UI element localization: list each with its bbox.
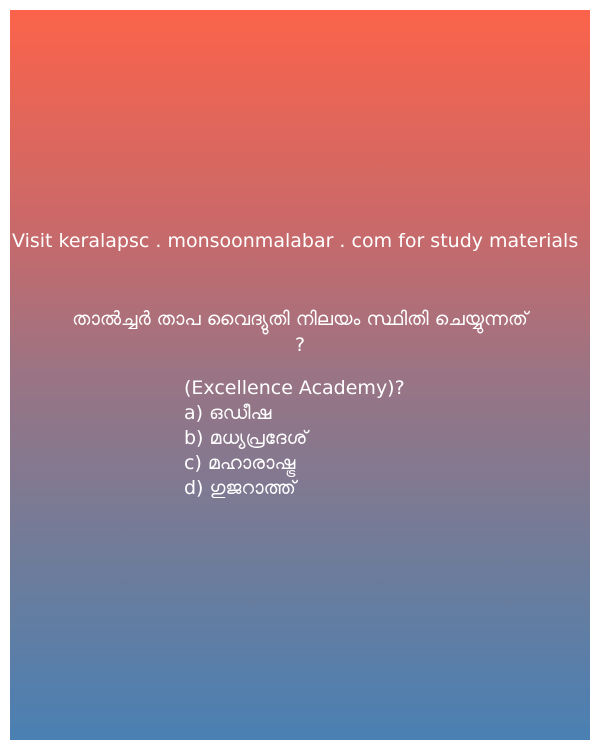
question-line-1: താൽച്ചർ താപ വൈദ്യുതി നിലയം സ്ഥിതി ചെയ്യു… xyxy=(72,308,528,330)
option-d: d) ഗുജറാത്ത് xyxy=(184,477,296,499)
source-label: (Excellence Academy)? xyxy=(184,377,405,399)
answer-block: (Excellence Academy)? a) ഒഡീഷ b) മധ്യപ്ര… xyxy=(184,376,584,501)
option-c: c) മഹാരാഷ്ട്ര xyxy=(184,452,296,474)
question-card: Visit keralapsc . monsoonmalabar . com f… xyxy=(10,10,590,740)
promo-text: Visit keralapsc . monsoonmalabar . com f… xyxy=(12,230,579,252)
question-text: താൽച്ചർ താപ വൈദ്യുതി നിലയം സ്ഥിതി ചെയ്യു… xyxy=(10,306,590,358)
question-line-2: ? xyxy=(294,334,306,356)
option-a: a) ഒഡീഷ xyxy=(184,402,272,424)
option-b: b) മധ്യപ്രദേശ് xyxy=(184,427,308,449)
